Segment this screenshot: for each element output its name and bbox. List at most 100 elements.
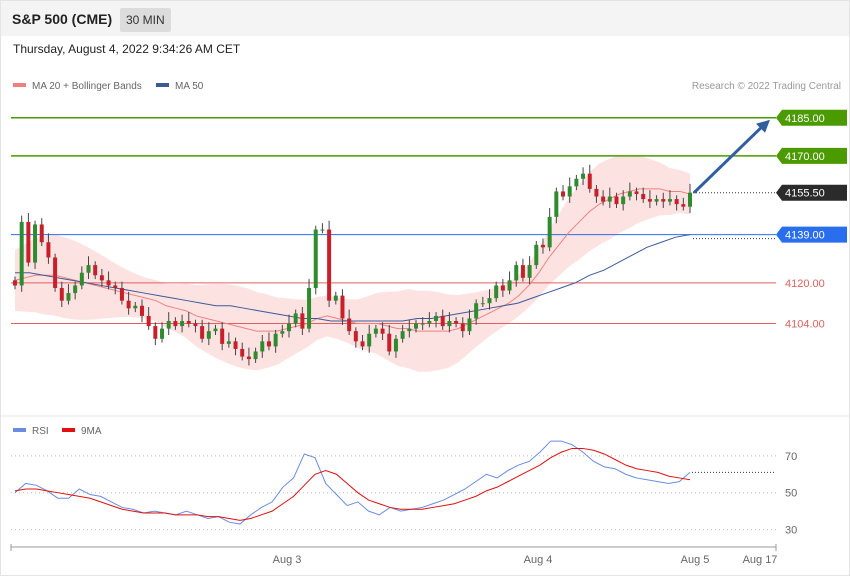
candle-body: [460, 323, 465, 332]
price-and-rsi-chart: 4185.00 4170.00 4155.50 4139.00 4120.00 4104.…: [1, 109, 849, 566]
candle-body: [200, 326, 205, 339]
candle-body: [400, 331, 405, 339]
candle-body: [53, 257, 58, 288]
candle-body: [467, 318, 472, 332]
candle-body: [280, 331, 285, 334]
candle-body: [674, 199, 679, 205]
candle-body: [454, 321, 459, 324]
candle-body: [320, 229, 325, 231]
candle-body: [226, 341, 231, 344]
candle-body: [380, 328, 385, 334]
candle-body: [180, 321, 185, 327]
candle-body: [273, 333, 278, 347]
candle-body: [220, 328, 225, 344]
candle-body: [507, 280, 512, 291]
candle-body: [19, 221, 24, 286]
level-label-4155.50: 4155.50: [776, 184, 847, 201]
candle-body: [387, 333, 392, 352]
candle-body: [79, 272, 84, 286]
candle-body: [13, 280, 17, 286]
candle-body: [561, 191, 566, 197]
candle-body: [287, 323, 292, 332]
rsi-9ma-line: [14, 447, 691, 521]
candle-body: [647, 199, 652, 202]
candle-body: [73, 285, 78, 294]
candle-body: [313, 229, 318, 288]
candle-body: [614, 196, 619, 205]
candle-body: [206, 331, 211, 339]
candle-body: [166, 321, 171, 329]
rsi-tick-50: 50: [785, 488, 797, 500]
candle-body: [634, 191, 639, 194]
candle-body: [266, 341, 271, 347]
candle-body: [240, 348, 245, 357]
candle-body: [393, 338, 398, 352]
candle-body: [333, 295, 338, 301]
candle-body: [39, 224, 44, 243]
level-label-4104.00: 4104.00: [785, 319, 825, 331]
candle-body: [347, 318, 352, 332]
candle-body: [427, 321, 432, 324]
candle-body: [99, 275, 104, 281]
candle-body: [480, 303, 485, 305]
level-text-4139.00: 4139.00: [785, 230, 825, 242]
candle-body: [33, 224, 38, 263]
candle-body: [246, 356, 251, 360]
candle-body: [340, 295, 345, 319]
candle-body: [86, 265, 91, 273]
candle-body: [434, 315, 439, 322]
candle-body: [474, 303, 479, 319]
x-label-Aug-3: Aug 3: [273, 554, 302, 566]
level-text-4170.00: 4170.00: [785, 151, 825, 163]
candle-body: [500, 285, 505, 291]
candle-body: [327, 229, 332, 301]
candle-body: [661, 199, 666, 202]
candle-body: [413, 323, 418, 329]
x-label-Aug-4: Aug 4: [524, 554, 553, 566]
candle-body: [540, 244, 545, 248]
rsi-line: [14, 440, 691, 525]
candle-body: [233, 341, 238, 349]
candle-body: [554, 191, 559, 217]
candle-body: [567, 186, 572, 197]
candle-body: [186, 321, 191, 324]
candle-body: [93, 265, 98, 276]
candle-body: [66, 293, 71, 301]
candle-body: [688, 192, 692, 207]
x-label-Aug-17: Aug 17: [743, 554, 778, 566]
candle-body: [160, 328, 165, 339]
candle-body: [193, 323, 198, 327]
candle-body: [126, 300, 131, 309]
level-label-4139.00: 4139.00: [776, 226, 847, 243]
candle-body: [300, 313, 305, 329]
candle-body: [113, 285, 118, 288]
candle-body: [587, 173, 592, 189]
candle-body: [594, 188, 599, 197]
level-label-4185.00: 4185.00: [776, 109, 847, 126]
level-label-4120.00: 4120.00: [785, 278, 825, 290]
rsi-tick-30: 30: [785, 525, 797, 537]
candle-body: [627, 191, 632, 197]
candle-body: [106, 280, 111, 286]
candle-body: [654, 199, 659, 202]
level-text-4185.00: 4185.00: [785, 113, 825, 125]
candle-body: [153, 326, 158, 339]
candle-body: [494, 285, 499, 299]
candle-body: [353, 331, 358, 342]
candle-body: [360, 341, 365, 347]
candle-body: [407, 328, 412, 332]
candle-body: [667, 199, 672, 202]
candle-body: [581, 173, 586, 179]
candle-body: [307, 287, 312, 329]
x-label-Aug-5: Aug 5: [681, 554, 710, 566]
candle-body: [527, 265, 532, 278]
candle-body: [534, 244, 539, 266]
candle-body: [574, 178, 579, 187]
candle-body: [293, 313, 298, 324]
level-text-4120.00: 4120.00: [785, 278, 825, 290]
candle-body: [514, 265, 519, 281]
level-text-4155.50: 4155.50: [785, 188, 825, 200]
candle-body: [260, 341, 265, 352]
candle-body: [440, 315, 445, 327]
forecast-arrow-shaft: [692, 125, 764, 194]
